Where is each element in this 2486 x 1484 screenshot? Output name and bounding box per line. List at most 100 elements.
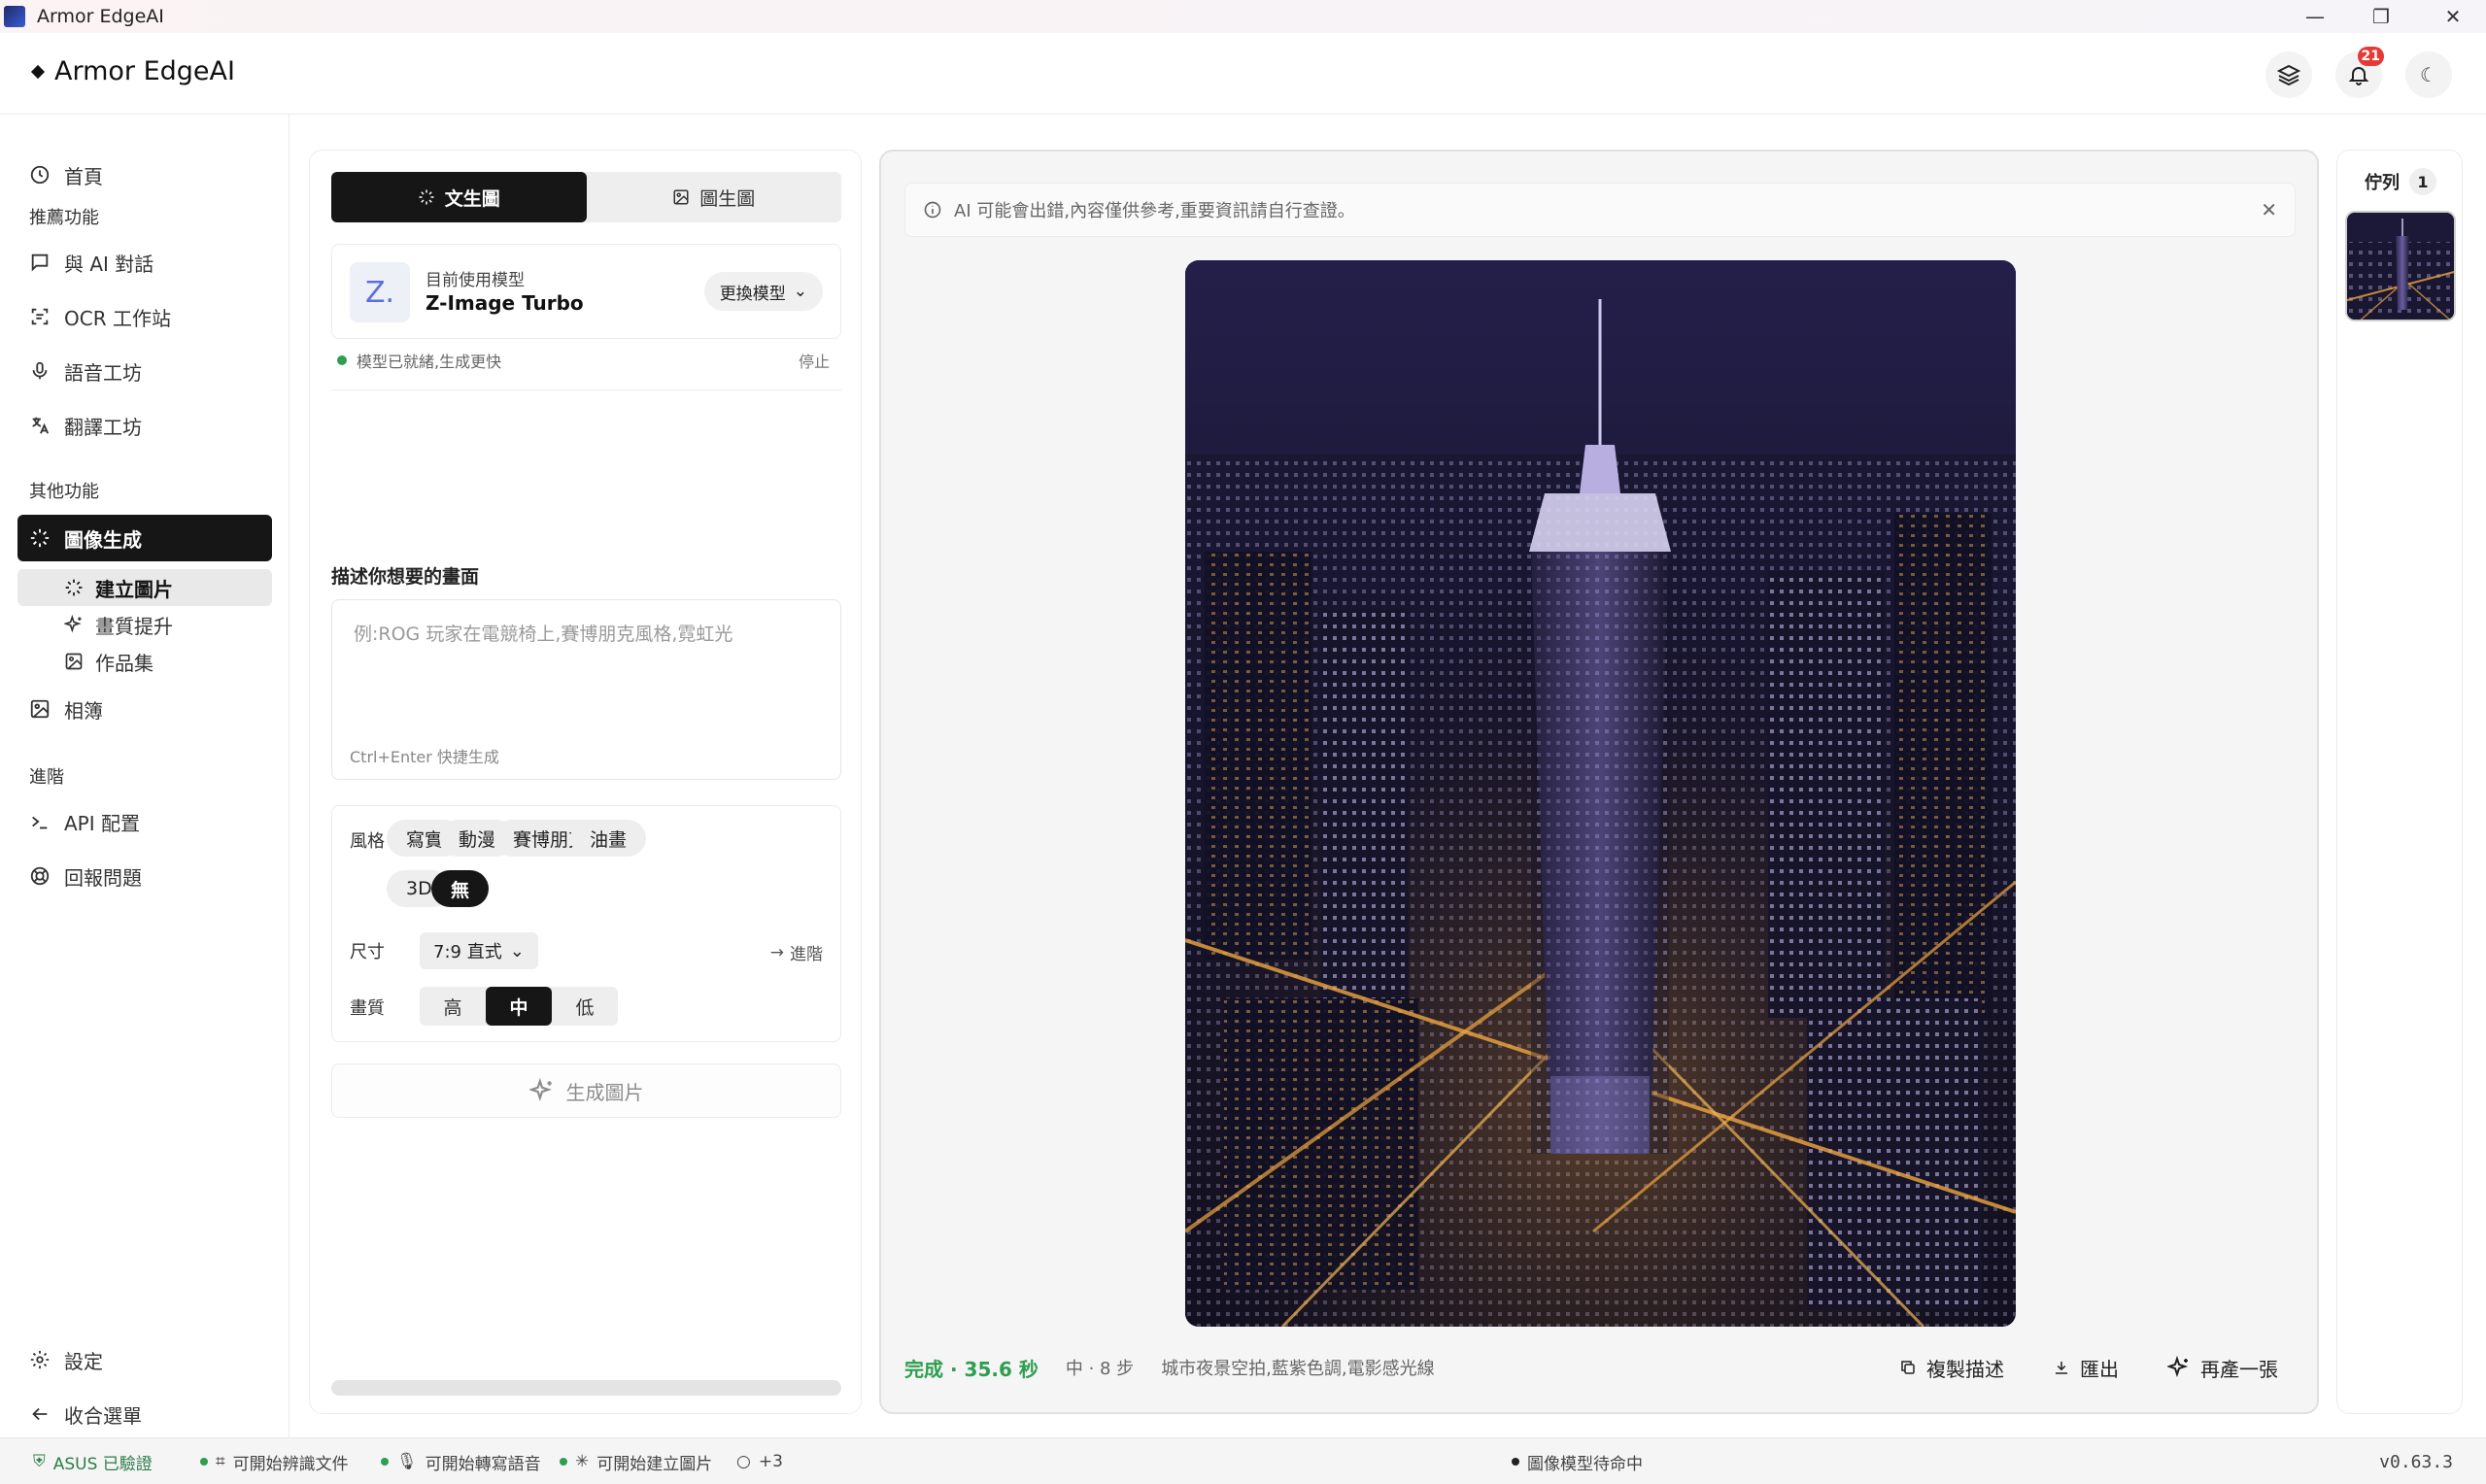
quality-medium[interactable]: 中 bbox=[486, 987, 552, 1026]
layers-button[interactable] bbox=[2265, 51, 2312, 98]
section-other: 其他功能 bbox=[29, 482, 99, 502]
prompt-box: Ctrl+Enter 快捷生成 bbox=[331, 599, 841, 780]
notification-badge: 21 bbox=[2357, 47, 2384, 66]
close-notice-icon[interactable]: ✕ bbox=[2261, 198, 2277, 221]
status-ocr-label: 可開始辨識文件 bbox=[232, 1454, 349, 1474]
asus-verified-label: ASUS 已驗證 bbox=[52, 1454, 153, 1474]
nav-chat-label: 與 AI 對話 bbox=[64, 252, 154, 276]
result-bar: 完成 · 35.6 秒 中 · 8 步 城市夜景空拍,藍紫色調,電影感光線 複製… bbox=[904, 1338, 2296, 1397]
quality-segmented-control: 高 中 低 bbox=[420, 987, 618, 1026]
theme-toggle-button[interactable]: ☾ bbox=[2405, 51, 2452, 98]
terminal-icon bbox=[32, 816, 48, 829]
collapse-menu-button[interactable]: 收合選單 bbox=[17, 1391, 272, 1437]
nav-sub-gallery[interactable]: 作品集 bbox=[17, 643, 272, 680]
city-night-thumbnail bbox=[2347, 213, 2454, 320]
nav-home-label: 首頁 bbox=[64, 164, 103, 188]
microphone-icon: 🎙︎ bbox=[396, 1452, 418, 1471]
status-dot-icon bbox=[381, 1458, 389, 1466]
advanced-label: 進階 bbox=[790, 945, 823, 964]
model-status-line: 模型已就緒,生成更快 停止 bbox=[331, 349, 841, 372]
sparkle-loader-icon bbox=[65, 579, 83, 596]
image-icon bbox=[30, 699, 50, 719]
nav-image-gen[interactable]: 圖像生成 bbox=[17, 515, 272, 561]
ai-disclaimer-notice: AI 可能會出錯,內容僅供參考,重要資訊請自行查證。 ✕ bbox=[904, 183, 2296, 237]
close-window-button[interactable]: ✕ bbox=[2420, 0, 2486, 33]
info-icon bbox=[924, 201, 941, 219]
nav-ocr[interactable]: OCR 工作站 bbox=[17, 293, 272, 340]
app-version: v0.63.3 bbox=[2379, 1451, 2453, 1472]
status-more[interactable]: ○ +3 bbox=[736, 1438, 783, 1484]
chevron-down-icon: ⌄ bbox=[509, 940, 525, 961]
section-recommended: 推薦功能 bbox=[29, 208, 99, 228]
divider bbox=[331, 389, 841, 390]
quality-high[interactable]: 高 bbox=[420, 987, 486, 1026]
nav-sub-create-image[interactable]: 建立圖片 bbox=[17, 569, 272, 606]
prompt-shortcut-hint: Ctrl+Enter 快捷生成 bbox=[350, 748, 499, 766]
nav-api[interactable]: API 配置 bbox=[17, 798, 272, 845]
chevron-down-icon: ⌄ bbox=[793, 282, 807, 301]
nav-sub-create-label: 建立圖片 bbox=[95, 577, 173, 601]
quality-low[interactable]: 低 bbox=[552, 987, 618, 1026]
style-chip-none[interactable]: 無 bbox=[431, 870, 490, 907]
image-model-status: 圖像模型待命中 bbox=[1512, 1438, 1643, 1484]
scan-icon: ⌗ bbox=[216, 1452, 225, 1471]
result-actions: 複製描述 匯出 再產一張 bbox=[1882, 1343, 2296, 1392]
size-select[interactable]: 7:9 直式 ⌄ bbox=[420, 932, 538, 969]
tab-text-to-image[interactable]: 文生圖 bbox=[331, 172, 587, 222]
status-dot-icon bbox=[337, 355, 347, 365]
nav-home[interactable]: 首頁 bbox=[17, 152, 272, 198]
options-card: 風格 寫實 動漫 賽博朋克 油畫 3D 無 尺寸 7:9 直式 ⌄ → 進階 畫… bbox=[331, 805, 841, 1042]
nav-report[interactable]: 回報問題 bbox=[17, 853, 272, 899]
horizontal-scrollbar[interactable] bbox=[331, 1380, 841, 1396]
gear-icon bbox=[30, 1350, 50, 1369]
status-image: ✳ 可開始建立圖片 bbox=[560, 1438, 712, 1484]
window-title: Armor EdgeAI bbox=[37, 6, 164, 27]
change-model-button[interactable]: 更換模型 ⌄ bbox=[703, 272, 823, 311]
copy-description-label: 複製描述 bbox=[1926, 1357, 2004, 1381]
minimize-button[interactable]: — bbox=[2282, 0, 2348, 33]
generate-button[interactable]: 生成圖片 bbox=[331, 1063, 841, 1118]
sparkle-loader-icon: ✳ bbox=[575, 1452, 590, 1471]
copy-description-button[interactable]: 複製描述 bbox=[1882, 1343, 2022, 1392]
status-dot-icon bbox=[560, 1458, 567, 1466]
generation-form-panel: 文生圖 圖生圖 Z. 目前使用模型 Z-Image Turbo 更換模型 ⌄ 模… bbox=[309, 150, 862, 1414]
copy-icon bbox=[1901, 1361, 1915, 1374]
status-voice-label: 可開始轉寫語音 bbox=[425, 1454, 541, 1474]
style-chip-oil-painting[interactable]: 油畫 bbox=[570, 820, 647, 857]
queue-thumbnail[interactable] bbox=[2345, 211, 2456, 321]
nav-voice[interactable]: 語音工坊 bbox=[17, 348, 272, 394]
prompt-input[interactable] bbox=[332, 600, 840, 726]
restore-button[interactable]: ❐ bbox=[2348, 0, 2414, 33]
sparkles-icon bbox=[528, 1078, 552, 1102]
image-icon bbox=[65, 653, 83, 670]
chat-icon bbox=[31, 253, 49, 272]
sidebar: 首頁 推薦功能 與 AI 對話 OCR 工作站 語音工坊 翻譯工坊 其他功能 圖… bbox=[0, 115, 289, 1437]
nav-sub-enhance[interactable]: 畫質提升 bbox=[17, 606, 272, 643]
tab-text-to-image-label: 文生圖 bbox=[444, 187, 500, 210]
size-label: 尺寸 bbox=[350, 942, 385, 962]
notifications-button[interactable]: 21 bbox=[2335, 47, 2384, 98]
nav-chat[interactable]: 與 AI 對話 bbox=[17, 239, 272, 286]
image-icon bbox=[673, 189, 689, 205]
image-model-status-label: 圖像模型待命中 bbox=[1527, 1454, 1643, 1474]
brand[interactable]: Armor EdgeAI bbox=[30, 56, 235, 86]
stop-model-button[interactable]: 停止 bbox=[799, 349, 830, 372]
regenerate-button[interactable]: 再產一張 bbox=[2150, 1343, 2296, 1392]
shield-check-icon: ⛨ bbox=[33, 1452, 46, 1471]
mode-tabs: 文生圖 圖生圖 bbox=[331, 172, 841, 222]
lifebuoy-icon bbox=[30, 866, 50, 886]
prompt-label: 描述你想要的畫面 bbox=[331, 566, 480, 588]
arrow-left-icon bbox=[32, 1407, 48, 1421]
nav-translate[interactable]: 翻譯工坊 bbox=[17, 402, 272, 449]
asus-verified: ⛨ ASUS 已驗證 bbox=[33, 1438, 153, 1484]
change-model-label: 更換模型 bbox=[719, 284, 786, 304]
generation-meta: 中 · 8 步 bbox=[1065, 1359, 1135, 1379]
advanced-link[interactable]: → 進階 bbox=[770, 940, 823, 965]
nav-album[interactable]: 相簿 bbox=[17, 686, 272, 732]
status-image-label: 可開始建立圖片 bbox=[596, 1454, 713, 1474]
tab-image-to-image[interactable]: 圖生圖 bbox=[587, 172, 842, 222]
nav-settings-label: 設定 bbox=[64, 1349, 103, 1373]
generated-image[interactable] bbox=[1185, 260, 2016, 1327]
nav-settings[interactable]: 設定 bbox=[17, 1336, 272, 1383]
export-button[interactable]: 匯出 bbox=[2035, 1343, 2136, 1392]
